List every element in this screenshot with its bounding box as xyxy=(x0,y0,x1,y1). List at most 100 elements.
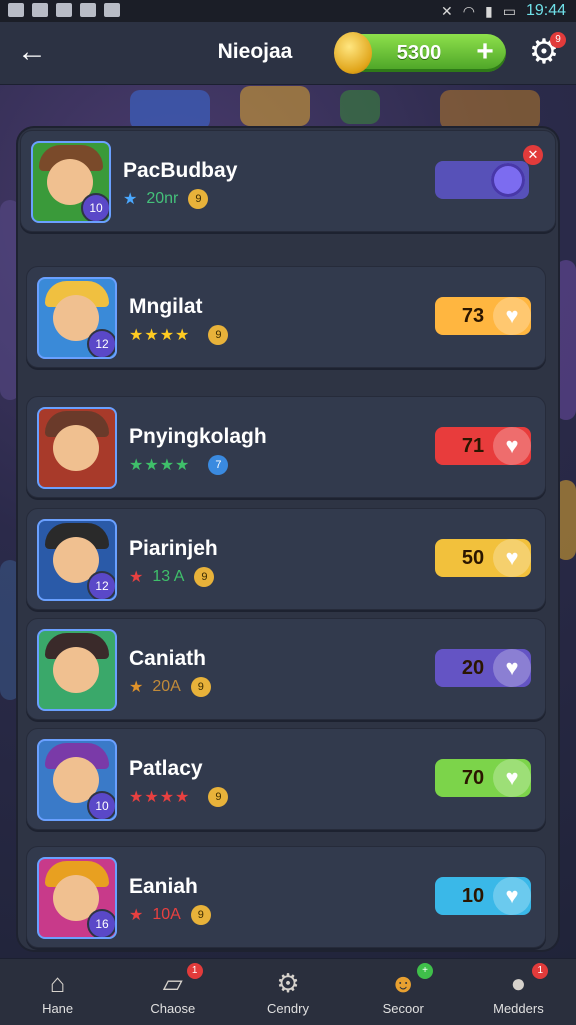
player-row[interactable]: Pnyingkolagh ★★★★ 7 71 ♥ xyxy=(26,396,546,498)
gift-score-button[interactable]: 20 ♥ xyxy=(435,649,531,687)
cards-icon: ▱ xyxy=(162,968,183,998)
player-avatar[interactable]: 10 xyxy=(31,141,111,223)
medal-icon: 9 xyxy=(208,325,229,345)
battery-icon: ▭ xyxy=(502,2,516,19)
player-name: Eaniah xyxy=(129,875,198,898)
status-bar: ✕ ◠ ▮ ▭ 19:44 xyxy=(0,0,576,22)
player-row[interactable]: 12 Mngilat ★★★★ 9 73 ♥ xyxy=(26,266,546,368)
nav-tab-5[interactable]: ● 1 Medders xyxy=(461,959,576,1025)
status-time: 19:44 xyxy=(525,2,566,19)
notification-icon xyxy=(104,3,120,17)
add-coins-button[interactable]: + xyxy=(470,37,500,68)
player-name: Pnyingkolagh xyxy=(129,425,267,448)
star-rating: ★ xyxy=(123,191,139,208)
rating-text: 13 A xyxy=(152,568,185,585)
page-title: Nieojaa xyxy=(217,40,293,63)
star-rating: ★ xyxy=(129,679,145,696)
nav-label: Hane xyxy=(42,1001,74,1016)
rating-text: 10A xyxy=(152,906,181,923)
level-badge: 10 xyxy=(81,193,109,221)
nav-tab-1[interactable]: ⌂ Hane xyxy=(0,959,115,1025)
player-rating: ★ 20nr 9 xyxy=(123,189,209,209)
player-name: PacBudbay xyxy=(123,159,238,182)
star-rating: ★★★★ xyxy=(129,457,191,474)
nav-label: Chaose xyxy=(150,1001,196,1016)
star-rating: ★★★★ xyxy=(129,789,191,806)
notification-icon xyxy=(8,3,24,17)
gift-score-button[interactable]: 50 ♥ xyxy=(435,539,531,577)
player-rating: ★ 13 A 9 xyxy=(129,567,215,587)
player-avatar[interactable]: 12 xyxy=(37,277,117,359)
level-badge: 12 xyxy=(87,571,115,599)
star-rating: ★ xyxy=(129,569,145,586)
back-button[interactable]: ← xyxy=(14,34,50,70)
player-name: Patlacy xyxy=(129,757,203,780)
nav-label: Cendry xyxy=(267,1001,309,1016)
heart-icon: ♥ xyxy=(493,539,531,577)
level-badge: 16 xyxy=(87,909,115,937)
level-badge: 12 xyxy=(87,329,115,357)
background-tile xyxy=(556,260,576,420)
heart-icon: ♥ xyxy=(493,427,531,465)
nav-tab-3[interactable]: ⚙ Cendry xyxy=(230,959,345,1025)
player-row[interactable]: 10 Patlacy ★★★★ 9 70 ♥ xyxy=(26,728,546,830)
gift-score-button[interactable]: 70 ♥ xyxy=(435,759,531,797)
player-row[interactable]: 16 Eaniah ★ 10A 9 10 ♥ xyxy=(26,846,546,948)
medal-icon: 7 xyxy=(208,455,229,475)
score-value: 10 xyxy=(461,885,485,907)
player-name: Caniath xyxy=(129,647,207,670)
medal-icon: 9 xyxy=(190,677,211,697)
gift-score-button[interactable]: 71 ♥ xyxy=(435,427,531,465)
star-rating: ★ xyxy=(129,907,145,924)
nav-tab-2[interactable]: ▱ 1 Chaose xyxy=(115,959,230,1025)
background-tile xyxy=(556,480,576,560)
settings-badge: 9 xyxy=(550,32,566,48)
notification-icons xyxy=(8,3,120,17)
search-toggle[interactable]: ✕ xyxy=(435,145,543,199)
close-icon[interactable]: ✕ xyxy=(523,145,543,165)
heart-icon: ♥ xyxy=(493,297,531,335)
nav-tab-4[interactable]: ☻ + Secoor xyxy=(346,959,461,1025)
player-row[interactable]: 10 PacBudbay ★ 20nr 9 ✕ xyxy=(20,130,556,232)
medal-icon: 9 xyxy=(188,189,209,209)
background-tile xyxy=(130,90,210,130)
nav-label: Secoor xyxy=(382,1001,424,1016)
gift-score-button[interactable]: 73 ♥ xyxy=(435,297,531,335)
nav-badge: + xyxy=(417,963,434,979)
notification-icon xyxy=(32,3,48,17)
score-value: 50 xyxy=(461,547,485,569)
rating-text: 20A xyxy=(152,678,181,695)
player-row[interactable]: 12 Piarinjeh ★ 13 A 9 50 ♥ xyxy=(26,508,546,610)
score-value: 70 xyxy=(461,767,485,789)
notification-icon xyxy=(80,3,96,17)
bottom-nav: ⌂ Hane ▱ 1 Chaose ⚙ Cendry ☻ + Secoor ● … xyxy=(0,958,576,1025)
player-avatar[interactable] xyxy=(37,629,117,711)
heart-icon: ♥ xyxy=(493,649,531,687)
heart-icon: ♥ xyxy=(493,877,531,915)
score-value: 71 xyxy=(461,435,485,457)
gift-score-button[interactable]: 10 ♥ xyxy=(435,877,531,915)
nav-badge: 1 xyxy=(186,963,203,979)
friends-list: 10 PacBudbay ★ 20nr 9 ✕ 12 Mngilat ★★★★ … xyxy=(18,128,558,950)
heart-icon: ♥ xyxy=(493,759,531,797)
nav-label: Medders xyxy=(493,1001,544,1016)
background-tile xyxy=(240,86,310,126)
medal-icon: 9 xyxy=(194,567,215,587)
score-value: 20 xyxy=(461,657,485,679)
settings-button[interactable]: ⚙ 9 xyxy=(524,32,566,72)
chat-icon: ● xyxy=(510,968,527,998)
player-avatar[interactable] xyxy=(37,407,117,489)
signal-icon: ▮ xyxy=(485,2,493,19)
level-badge: 10 xyxy=(87,791,115,819)
player-avatar[interactable]: 16 xyxy=(37,857,117,939)
score-value: 73 xyxy=(461,305,485,327)
player-avatar[interactable]: 12 xyxy=(37,519,117,601)
player-avatar[interactable]: 10 xyxy=(37,739,117,821)
avatar-face xyxy=(53,425,99,471)
background-tile xyxy=(0,200,20,400)
star-rating: ★★★★ xyxy=(129,327,191,344)
medal-icon: 9 xyxy=(208,787,229,807)
background-tile xyxy=(0,560,20,700)
medal-icon: 9 xyxy=(190,905,211,925)
player-row[interactable]: Caniath ★ 20A 9 20 ♥ xyxy=(26,618,546,720)
